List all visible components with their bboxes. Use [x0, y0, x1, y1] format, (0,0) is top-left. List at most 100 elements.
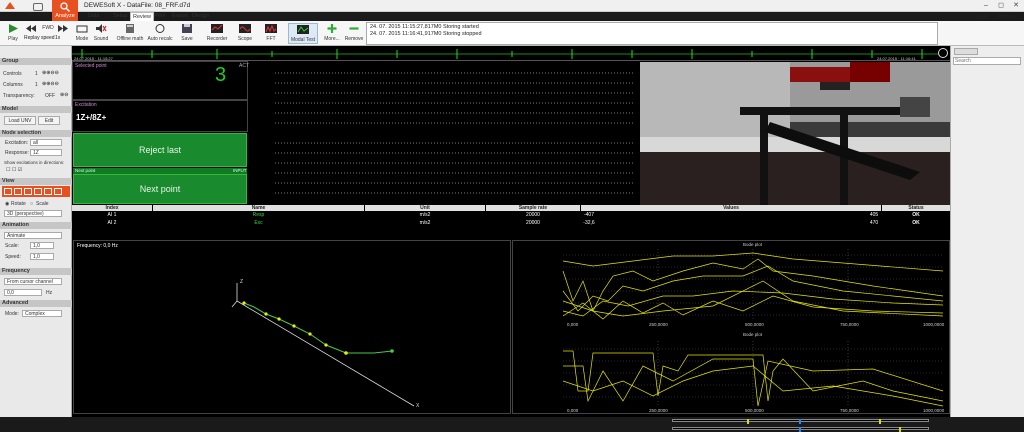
recorder-label: Recorder: [206, 36, 228, 42]
geometry-3d-view[interactable]: Frequency: 0,0 Hz Z X: [73, 240, 511, 414]
maximize-icon[interactable]: ◻: [995, 1, 1007, 11]
close-icon[interactable]: ✕: [1010, 1, 1022, 11]
frequency-input[interactable]: 0,0: [4, 289, 42, 296]
row2-max: 470: [869, 220, 879, 226]
next-point-button[interactable]: Next point: [73, 174, 247, 204]
auto-recalc-label: Auto recalc: [147, 36, 173, 42]
video-camera-view: [640, 62, 950, 205]
projection-select[interactable]: 3D (perspective): [4, 210, 62, 217]
animate-select[interactable]: Animate: [4, 232, 62, 239]
view-mode-icon[interactable]: [54, 188, 62, 195]
nav-measure-label: Measure: [27, 12, 49, 18]
nav-measure[interactable]: Measure: [26, 0, 50, 22]
columns-stepper[interactable]: ⊕⊕⊖⊖: [42, 81, 59, 87]
modal-test-icon: [297, 24, 309, 35]
view-mode-icon[interactable]: [24, 188, 32, 195]
offline-math-label: Offline math: [116, 36, 144, 42]
view-header[interactable]: View: [0, 178, 72, 185]
x-axis-label: X: [416, 403, 420, 409]
mode-label: Mode: [75, 36, 89, 42]
row2-min: -32,6: [583, 220, 595, 226]
bode-bottom-tick: 0,000: [567, 408, 579, 413]
transparency-stepper[interactable]: ⊕⊖: [60, 92, 68, 98]
scale-factor-label: Scale:: [5, 243, 19, 249]
excitation-select[interactable]: all: [30, 139, 62, 146]
remove-button[interactable]: Remove: [344, 23, 364, 44]
speed-input[interactable]: 1,0: [30, 253, 54, 260]
title-bar: DEWESoft X - DataFile: 08_FRF.d7d – ◻ ✕: [0, 0, 1024, 12]
view-mode-icon[interactable]: [34, 188, 42, 195]
tab-print[interactable]: Print: [154, 12, 165, 21]
rotate-radio[interactable]: ◉: [5, 201, 9, 207]
play-button[interactable]: Play: [4, 23, 22, 44]
frequency-header[interactable]: Frequency: [0, 268, 72, 275]
tab-design[interactable]: Design: [192, 12, 209, 21]
sound-button[interactable]: Sound: [92, 23, 110, 44]
bode-canvas: [562, 249, 944, 407]
row2-index: AI 2: [107, 220, 117, 226]
bode-bottom-tick: 250,0000: [649, 408, 668, 413]
edit-link[interactable]: Edit: [978, 14, 987, 20]
modal-test-button[interactable]: Modal Test: [288, 23, 318, 44]
layout-toggle-icon[interactable]: [954, 48, 978, 55]
search-input[interactable]: [953, 57, 1021, 65]
timeline-overview: [72, 49, 938, 59]
view-mode-icon[interactable]: [4, 188, 12, 195]
advanced-header[interactable]: Advanced: [0, 300, 72, 307]
recorder-button[interactable]: Recorder: [204, 23, 230, 44]
measure-icon: [33, 3, 43, 11]
view-mode-icon[interactable]: [14, 188, 22, 195]
load-unv-button[interactable]: Load UNV: [4, 116, 36, 125]
more-button[interactable]: More...: [322, 23, 342, 44]
transparency-value[interactable]: OFF: [45, 93, 55, 99]
direction-checkboxes[interactable]: ☐ ☐ ☑: [6, 167, 22, 173]
replay-speed-value[interactable]: 1x: [55, 35, 60, 41]
mode-select[interactable]: Complex: [22, 310, 62, 317]
controls-stepper[interactable]: ⊕⊕⊖⊖: [42, 70, 59, 76]
response-select[interactable]: 1Z: [30, 149, 62, 156]
tab-setup[interactable]: Setup: [113, 12, 127, 21]
edit-model-button[interactable]: Edit: [38, 116, 60, 125]
auto-recalc-button[interactable]: Auto recalc: [146, 23, 174, 44]
row1-marker: [879, 419, 881, 424]
nav-analyze[interactable]: Analyze: [52, 0, 78, 22]
tab-data-files[interactable]: Data files: [88, 12, 100, 28]
scale-radio[interactable]: ○: [30, 201, 33, 207]
channel-table: Index Name Unit Sample rate Values Statu…: [72, 205, 950, 432]
sound-icon: [95, 23, 107, 34]
clock-icon[interactable]: [938, 48, 948, 58]
timeline-bar[interactable]: 24.07.2015 · 11:15:27 24.07.2015 · 11:16…: [72, 46, 950, 61]
dewesoft-logo-icon: [2, 0, 18, 12]
log-entry: 24. 07. 2015 11:15:27,817M0 Storing star…: [370, 24, 479, 30]
save-icon: [181, 23, 193, 34]
col-header-values[interactable]: Values: [581, 205, 881, 211]
scope-button[interactable]: Scope: [234, 23, 256, 44]
minimize-icon[interactable]: –: [980, 1, 992, 11]
reject-last-button[interactable]: Reject last: [73, 133, 247, 167]
fast-forward-icon: [57, 23, 69, 34]
replay-speed-label: Replay speed: [24, 35, 55, 41]
view-mode-icon[interactable]: [44, 188, 52, 195]
response-label: Response:: [5, 150, 29, 156]
plus-icon: [326, 23, 338, 34]
tab-review[interactable]: Review: [130, 12, 155, 21]
animation-header[interactable]: Animation: [0, 222, 72, 229]
save-button[interactable]: Save: [178, 23, 196, 44]
offline-math-button[interactable]: Offline math: [116, 23, 144, 44]
options-link[interactable]: Options: [998, 14, 1017, 20]
mode-button[interactable]: Mode: [74, 23, 90, 44]
view-toolbar: [2, 186, 70, 197]
fft-label: FFT: [266, 36, 276, 42]
bode-plots[interactable]: Bode plot 0,000 250,0000 500,0000 750,00…: [512, 240, 950, 414]
frequency-source-select[interactable]: From cursor channel: [4, 278, 62, 285]
fft-button[interactable]: FFT: [262, 23, 280, 44]
scale-factor-input[interactable]: 1,0: [30, 242, 54, 249]
controls-label: Controls: [3, 71, 22, 77]
tab-export[interactable]: Export: [172, 12, 188, 21]
modal-test-label: Modal Test: [290, 37, 316, 43]
bode-top-tick: 500,0000: [745, 322, 764, 327]
group-header[interactable]: Group: [0, 58, 72, 65]
model-header[interactable]: Model: [0, 106, 72, 113]
node-selection-header[interactable]: Node selection: [0, 130, 72, 137]
columns-label: Columns: [3, 82, 23, 88]
